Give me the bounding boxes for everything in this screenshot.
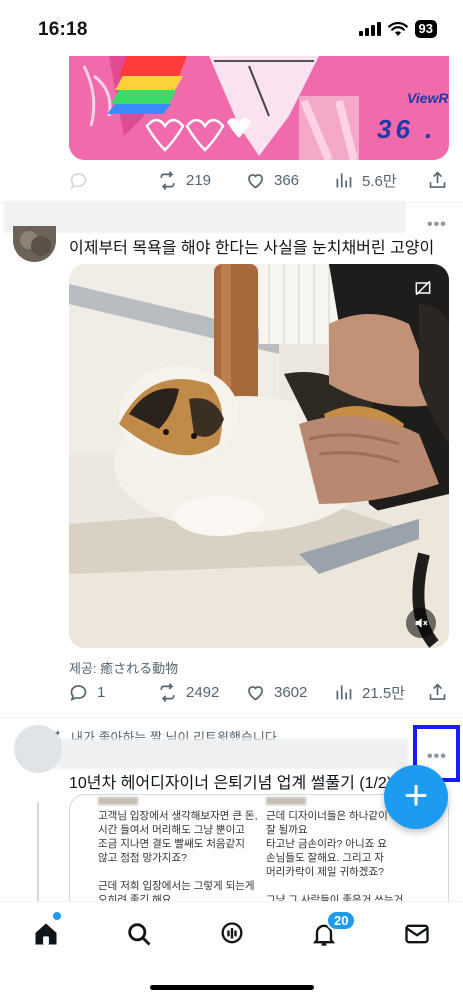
retweet-icon (160, 170, 175, 190)
retweet-count: 2492 (186, 683, 220, 701)
share-button[interactable] (427, 677, 448, 707)
post-media-video[interactable]: ViewR 36 . (69, 56, 449, 160)
home-indicator (150, 985, 314, 990)
notification-badge: 20 (326, 910, 357, 931)
reply-icon (70, 684, 87, 701)
retweet-count: 219 (186, 171, 212, 189)
wifi-icon (387, 21, 408, 36)
spaces-icon (221, 922, 243, 944)
more-options-icon[interactable]: ••• (427, 216, 447, 234)
retweet-button[interactable]: 2492 (157, 677, 219, 707)
redacted-avatar (266, 797, 306, 805)
avatar[interactable] (13, 226, 56, 262)
redacted-avatar (98, 797, 138, 805)
retweet-button[interactable]: 219 (157, 165, 211, 195)
share-icon (429, 682, 446, 700)
heart-icon (248, 173, 263, 188)
tab-spaces[interactable] (210, 914, 254, 954)
views-icon (336, 173, 352, 187)
messages-icon (405, 924, 429, 944)
reply-button[interactable]: 1 (68, 677, 105, 707)
more-options-icon[interactable]: ••• (427, 748, 447, 766)
like-count: 3602 (274, 683, 308, 701)
like-count: 366 (274, 171, 300, 189)
status-icons: 93 (358, 20, 437, 38)
cellular-signal-icon (358, 22, 381, 36)
media-image (69, 264, 449, 648)
like-button[interactable]: 3602 (245, 677, 307, 707)
compose-button[interactable]: + (384, 765, 448, 829)
thread-line (37, 802, 39, 901)
views-button[interactable]: 21.5만 (333, 677, 405, 707)
views-icon (336, 685, 352, 699)
post-actions: 219 366 5.6만 (0, 165, 463, 195)
views-count: 5.6만 (362, 172, 397, 190)
status-time: 16:18 (38, 19, 88, 40)
reply-count: 1 (97, 683, 106, 701)
mute-icon (415, 618, 428, 628)
avatar[interactable] (14, 725, 62, 773)
tweet-text: 이제부터 목욕을 해야 한다는 사실을 눈치채버린 고양이 (69, 240, 435, 257)
home-unread-dot (53, 912, 61, 920)
redacted-header (4, 201, 406, 233)
media-overlay-text-2: 36 . (377, 114, 437, 144)
views-button[interactable]: 5.6만 (333, 165, 397, 195)
search-icon (128, 923, 151, 946)
status-bar: 16:18 93 (0, 0, 463, 56)
heart-icon (248, 685, 263, 700)
mute-button[interactable] (406, 608, 436, 638)
views-count: 21.5만 (362, 684, 405, 702)
tweet-text: 10년차 헤어디자이너 은퇴기념 업계 썰풀기 (1/2) (69, 775, 393, 792)
redacted-header (52, 739, 408, 769)
compose-plus-icon: + (403, 771, 429, 818)
post-media-video[interactable] (69, 264, 449, 648)
tab-search[interactable] (117, 914, 161, 954)
share-button[interactable] (427, 165, 448, 195)
battery-indicator: 93 (414, 20, 437, 38)
reply-icon (70, 172, 87, 189)
hide-media-icon[interactable] (413, 278, 433, 298)
post-actions: 1 2492 3602 21.5만 (0, 677, 463, 707)
retweet-icon (160, 682, 175, 702)
share-icon (429, 170, 446, 188)
media-credit[interactable]: 제공: 癒される動物 (69, 658, 178, 677)
tab-home[interactable] (24, 914, 68, 954)
media-overlay-text-1: ViewR (407, 90, 449, 106)
home-icon (35, 923, 57, 945)
card-text-left: 고객님 입장에서 생각해보자면 큰 돈, 시간 들여서 머리해도 그냥 뿐이고 … (98, 810, 258, 901)
like-button[interactable]: 366 (245, 165, 299, 195)
tab-messages[interactable] (395, 914, 439, 954)
reply-button[interactable] (68, 165, 97, 195)
post-divider (0, 717, 463, 718)
